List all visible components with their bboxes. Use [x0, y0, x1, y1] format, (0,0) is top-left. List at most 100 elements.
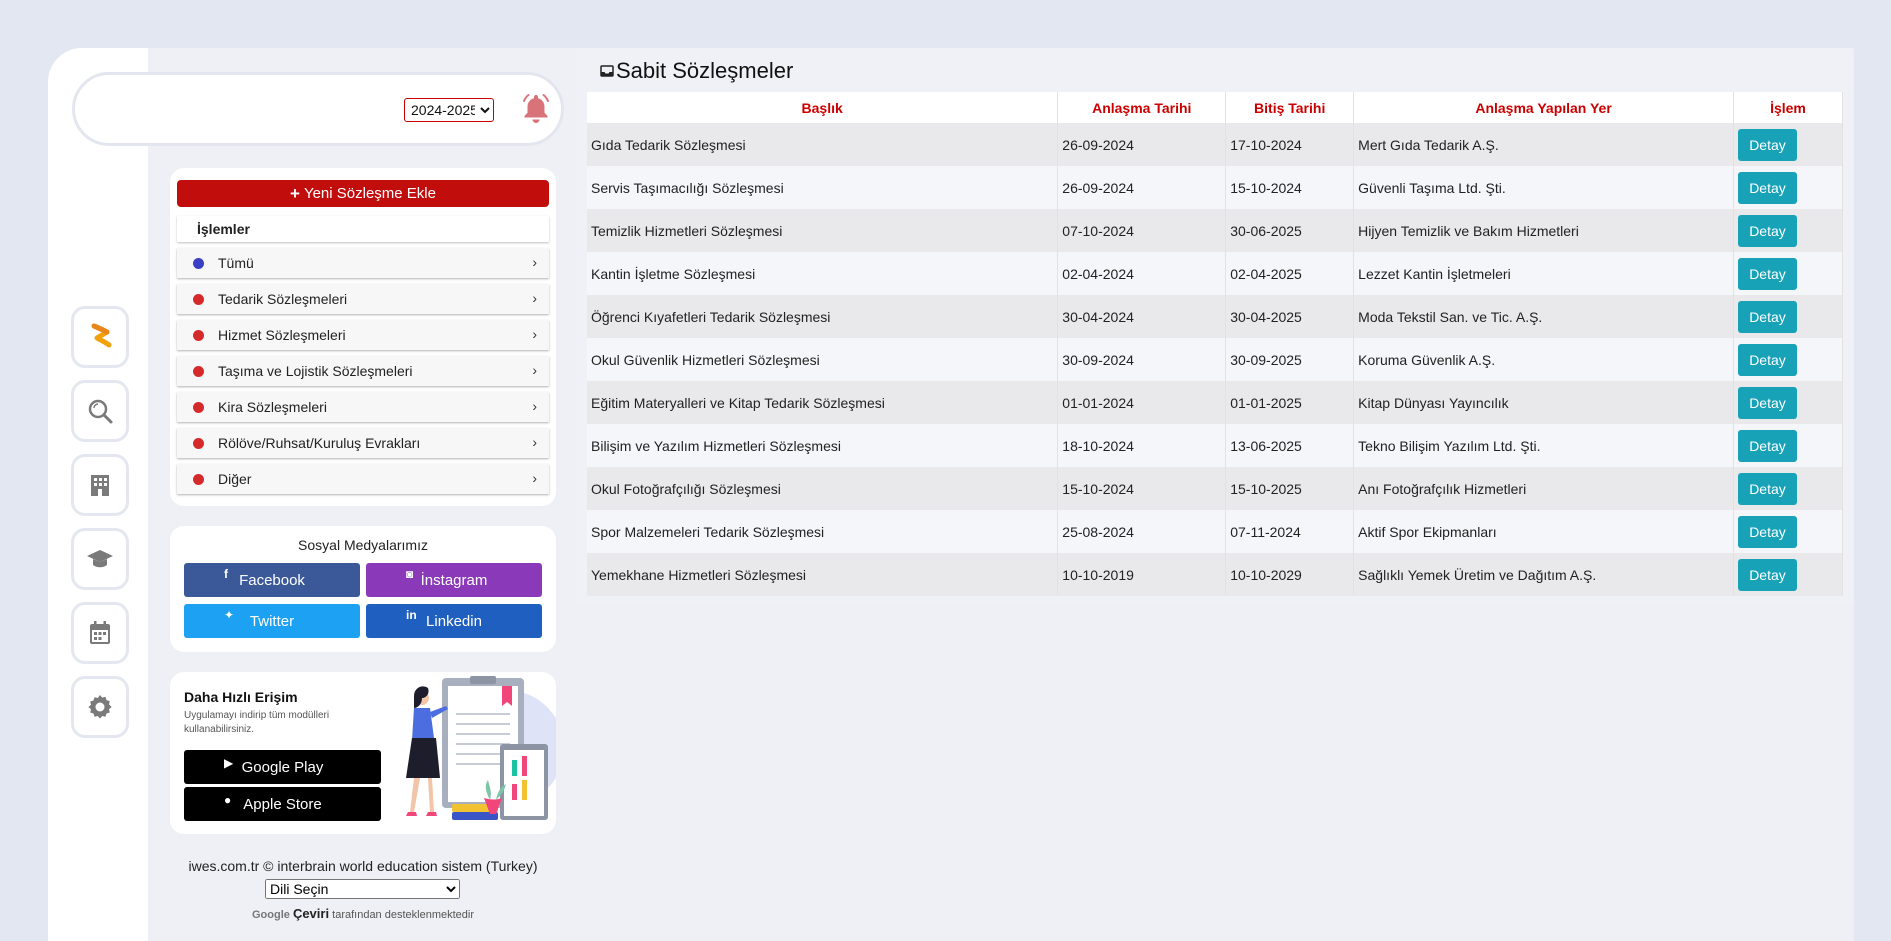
detail-button[interactable]: Detay — [1737, 257, 1797, 290]
facebook-button[interactable]: f Facebook — [184, 563, 360, 597]
graduation-cap-icon[interactable] — [71, 528, 129, 590]
cell-end-date: 17-10-2024 — [1225, 123, 1355, 166]
cell-party: Lezzet Kantin İşletmeleri — [1353, 252, 1734, 295]
menu-item-rent[interactable]: Kira Sözleşmeleri › — [177, 392, 549, 422]
table-row: Temizlik Hizmetleri Sözleşmesi 07-10-202… — [587, 209, 1844, 252]
menu-item-label: Diğer — [218, 471, 252, 487]
column-header[interactable]: Bitiş Tarihi — [1225, 92, 1355, 123]
contracts-table: Başlık Anlaşma Tarihi Bitiş Tarihi Anlaş… — [587, 92, 1844, 596]
cell-end-date: 13-06-2025 — [1225, 424, 1355, 467]
academic-year-select[interactable]: 2024-2025 — [404, 98, 494, 122]
cell-action: Detay — [1733, 123, 1844, 166]
cell-start-date: 26-09-2024 — [1057, 166, 1227, 209]
menu-item-label: Tedarik Sözleşmeleri — [218, 291, 348, 307]
menu-item-label: Tümü — [218, 255, 254, 271]
cell-title: Eğitim Materyalleri ve Kitap Tedarik Söz… — [587, 381, 1059, 424]
chevron-right-icon: › — [532, 290, 537, 306]
cell-action: Detay — [1733, 338, 1844, 381]
cell-end-date: 15-10-2024 — [1225, 166, 1355, 209]
detail-button[interactable]: Detay — [1737, 515, 1797, 548]
gear-icon[interactable] — [71, 676, 129, 738]
table-row: Kantin İşletme Sözleşmesi 02-04-2024 02-… — [587, 252, 1844, 295]
menu-item-logistics[interactable]: Taşıma ve Lojistik Sözleşmeleri › — [177, 356, 549, 386]
detail-button[interactable]: Detay — [1737, 214, 1797, 247]
cell-action: Detay — [1733, 295, 1844, 338]
cell-party: Mert Gıda Tedarik A.Ş. — [1353, 123, 1734, 166]
table-row: Yemekhane Hizmetleri Sözleşmesi 10-10-20… — [587, 553, 1844, 596]
cell-start-date: 10-10-2019 — [1057, 553, 1227, 596]
logo-icon[interactable] — [71, 306, 129, 368]
dot-icon — [193, 257, 204, 269]
column-header[interactable]: İşlem — [1733, 92, 1844, 123]
google-play-label: Google Play — [241, 758, 324, 776]
cell-party: Sağlıklı Yemek Üretim ve Dağıtım A.Ş. — [1353, 553, 1734, 596]
menu-item-documents[interactable]: Rölöve/Ruhsat/Kuruluş Evrakları › — [177, 428, 549, 458]
instagram-icon: ◙ — [406, 567, 414, 581]
cell-start-date: 30-09-2024 — [1057, 338, 1227, 381]
add-contract-button[interactable]: + Yeni Sözleşme Ekle — [177, 180, 549, 207]
menu-item-supply[interactable]: Tedarik Sözleşmeleri › — [177, 284, 549, 314]
cell-start-date: 01-01-2024 — [1057, 381, 1227, 424]
cell-start-date: 18-10-2024 — [1057, 424, 1227, 467]
linkedin-button[interactable]: in Linkedin — [366, 604, 542, 638]
detail-button[interactable]: Detay — [1737, 343, 1797, 376]
detail-button[interactable]: Detay — [1737, 128, 1797, 161]
cell-party: Kitap Dünyası Yayıncılık — [1353, 381, 1734, 424]
detail-button[interactable]: Detay — [1737, 472, 1797, 505]
facebook-icon: f — [224, 567, 228, 581]
app-subtitle: Uygulamayı indirip tüm modülleri kullana… — [184, 710, 330, 735]
apple-store-button[interactable]: ● Apple Store — [184, 787, 381, 821]
building-icon[interactable] — [71, 454, 129, 516]
bell-icon[interactable] — [520, 92, 552, 124]
google-play-button[interactable]: ▶ Google Play — [184, 750, 381, 784]
detail-button[interactable]: Detay — [1737, 429, 1797, 462]
search-icon[interactable] — [71, 380, 129, 442]
cell-action: Detay — [1733, 553, 1844, 596]
cell-action: Detay — [1733, 166, 1844, 209]
linkedin-label: Linkedin — [426, 612, 482, 630]
cell-action: Detay — [1733, 424, 1844, 467]
ceviri-link[interactable]: Çeviri — [293, 906, 329, 921]
detail-button[interactable]: Detay — [1737, 171, 1797, 204]
social-title: Sosyal Medyalarımız — [298, 537, 428, 553]
cell-end-date: 01-01-2025 — [1225, 381, 1355, 424]
column-header[interactable]: Anlaşma Yapılan Yer — [1353, 92, 1734, 123]
twitter-button[interactable]: ✦ Twitter — [184, 604, 360, 638]
instagram-button[interactable]: ◙ İnstagram — [366, 563, 542, 597]
add-contract-label: Yeni Sözleşme Ekle — [303, 185, 436, 202]
dot-icon — [193, 365, 204, 377]
cell-start-date: 15-10-2024 — [1057, 467, 1227, 510]
language-select[interactable]: Dili Seçin — [265, 879, 460, 899]
table-row: Bilişim ve Yazılım Hizmetleri Sözleşmesi… — [587, 424, 1844, 467]
column-header[interactable]: Başlık — [587, 92, 1059, 123]
cell-end-date: 15-10-2025 — [1225, 467, 1355, 510]
table-row: Okul Güvenlik Hizmetleri Sözleşmesi 30-0… — [587, 338, 1844, 381]
cell-start-date: 25-08-2024 — [1057, 510, 1227, 553]
menu-item-label: Kira Sözleşmeleri — [218, 399, 327, 415]
table-header-row: Başlık Anlaşma Tarihi Bitiş Tarihi Anlaş… — [587, 92, 1844, 123]
column-header[interactable]: Anlaşma Tarihi — [1057, 92, 1227, 123]
instagram-label: İnstagram — [420, 571, 488, 589]
detail-button[interactable]: Detay — [1737, 300, 1797, 333]
cell-action: Detay — [1733, 381, 1844, 424]
cell-action: Detay — [1733, 510, 1844, 553]
chevron-right-icon: › — [532, 470, 537, 486]
chevron-right-icon: › — [532, 434, 537, 450]
menu-item-service[interactable]: Hizmet Sözleşmeleri › — [177, 320, 549, 350]
cell-action: Detay — [1733, 209, 1844, 252]
cell-title: Öğrenci Kıyafetleri Tedarik Sözleşmesi — [587, 295, 1059, 338]
apple-store-label: Apple Store — [243, 795, 322, 813]
menu-item-all[interactable]: Tümü › — [177, 248, 549, 278]
detail-button[interactable]: Detay — [1737, 386, 1797, 419]
cell-title: Temizlik Hizmetleri Sözleşmesi — [587, 209, 1059, 252]
table-row: Okul Fotoğrafçılığı Sözleşmesi 15-10-202… — [587, 467, 1844, 510]
menu-item-other[interactable]: Diğer › — [177, 464, 549, 494]
detail-button[interactable]: Detay — [1737, 558, 1797, 591]
calendar-icon[interactable] — [71, 602, 129, 664]
cell-end-date: 07-11-2024 — [1225, 510, 1355, 553]
cell-action: Detay — [1733, 467, 1844, 510]
cell-start-date: 07-10-2024 — [1057, 209, 1227, 252]
dot-icon — [193, 473, 204, 485]
cell-title: Okul Fotoğrafçılığı Sözleşmesi — [587, 467, 1059, 510]
cell-end-date: 30-09-2025 — [1225, 338, 1355, 381]
